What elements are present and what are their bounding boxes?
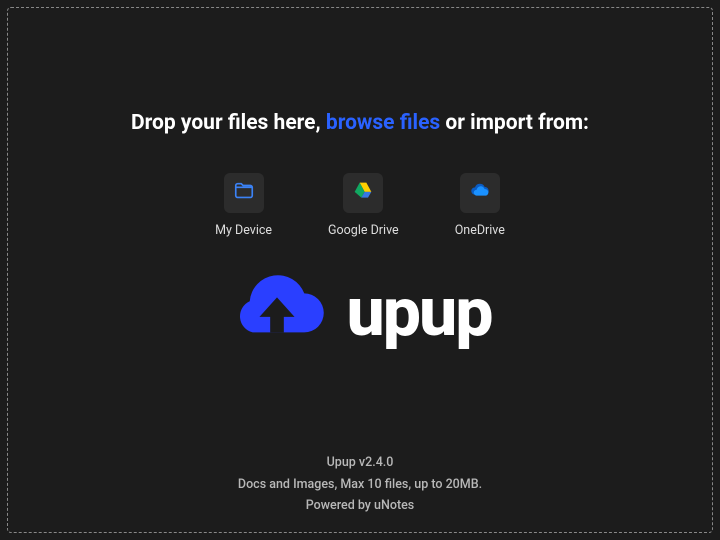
google-drive-icon	[353, 181, 373, 205]
source-label: Google Drive	[328, 223, 399, 238]
dropzone[interactable]: Drop your files here, browse files or im…	[7, 7, 713, 533]
upup-cloud-icon	[228, 272, 326, 352]
folder-icon	[233, 180, 255, 206]
powered-text: Powered by uNotes	[8, 495, 712, 516]
upload-container: Drop your files here, browse files or im…	[0, 0, 720, 540]
logo-text: upup	[346, 278, 491, 346]
source-tile	[343, 173, 383, 213]
source-tile	[460, 173, 500, 213]
limits-text: Docs and Images, Max 10 files, up to 20M…	[8, 474, 712, 495]
logo: upup	[228, 272, 491, 352]
version-text: Upup v2.4.0	[8, 452, 712, 473]
source-onedrive[interactable]: OneDrive	[455, 173, 505, 238]
source-tile	[224, 173, 264, 213]
source-my-device[interactable]: My Device	[215, 173, 272, 238]
source-list: My Device Google Drive	[215, 173, 505, 238]
source-google-drive[interactable]: Google Drive	[328, 173, 399, 238]
headline-prefix: Drop your files here,	[131, 111, 326, 135]
headline-suffix: or import from:	[440, 111, 589, 135]
source-label: OneDrive	[455, 223, 505, 238]
headline: Drop your files here, browse files or im…	[131, 111, 589, 135]
onedrive-icon	[469, 180, 491, 206]
browse-files-link[interactable]: browse files	[326, 111, 440, 135]
footer: Upup v2.4.0 Docs and Images, Max 10 file…	[8, 452, 712, 516]
source-label: My Device	[215, 223, 272, 238]
